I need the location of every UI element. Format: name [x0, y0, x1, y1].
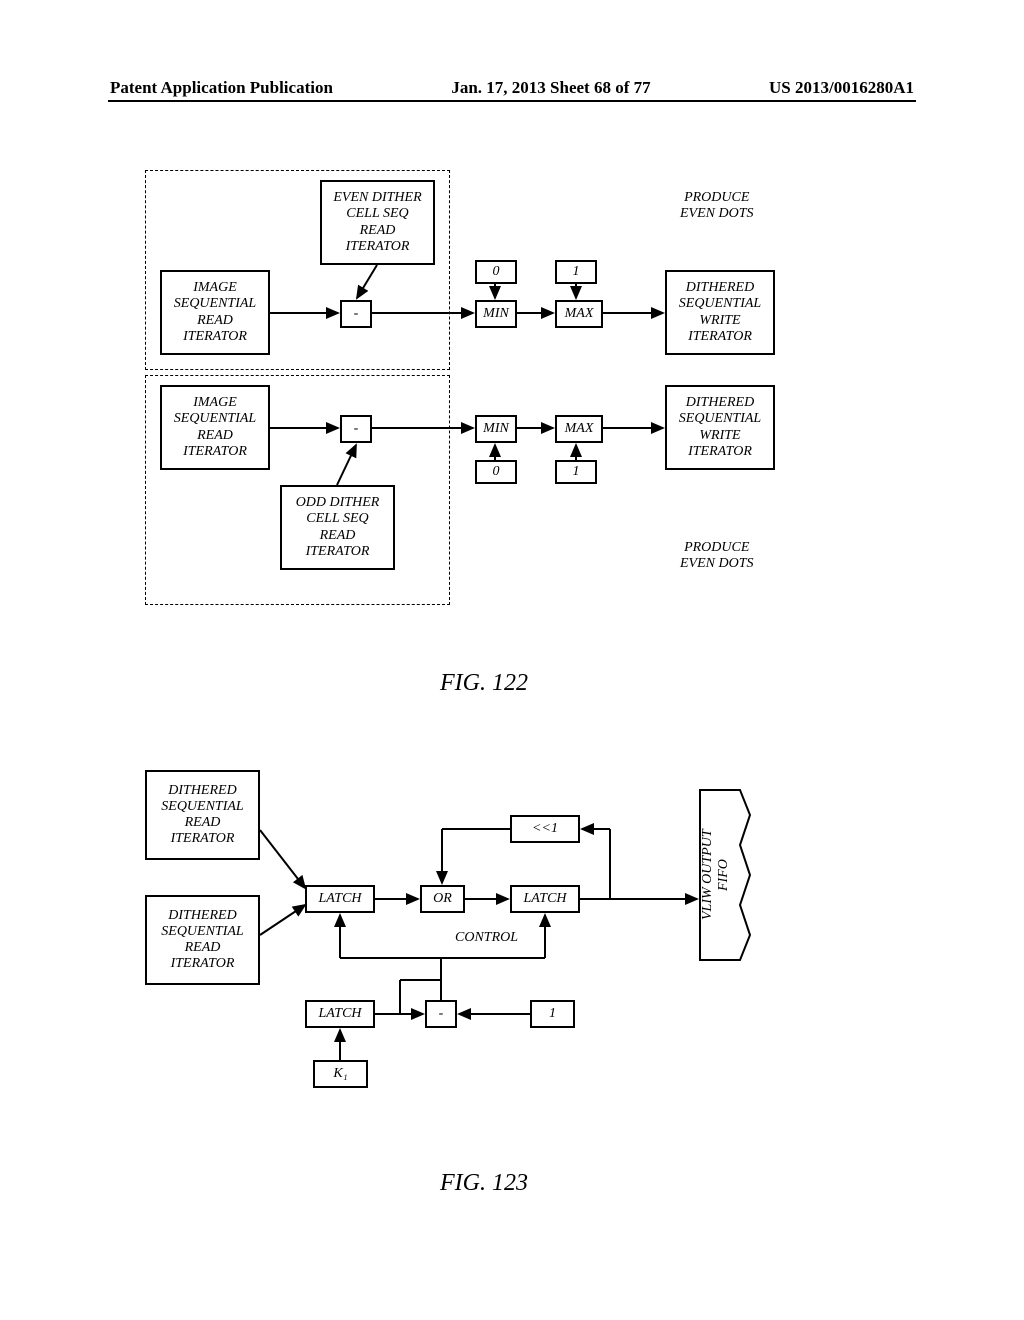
block-latch-3: LATCH — [305, 1000, 375, 1028]
block-min-top: MIN — [475, 300, 517, 328]
block-max-bot: MAX — [555, 415, 603, 443]
block-dithered-write-bot: DITHERED SEQUENTIAL WRITE ITERATOR — [665, 385, 775, 470]
page-header: Patent Application Publication Jan. 17, … — [0, 78, 1024, 98]
block-odd-dither: ODD DITHER CELL SEQ READ ITERATOR — [280, 485, 395, 570]
block-image-iter-bot: IMAGE SEQUENTIAL READ ITERATOR — [160, 385, 270, 470]
header-left: Patent Application Publication — [110, 78, 333, 98]
block-latch-2: LATCH — [510, 885, 580, 913]
block-k1: K₁ — [313, 1060, 368, 1088]
block-one-123: 1 — [530, 1000, 575, 1028]
block-dithered-read-2: DITHERED SEQUENTIAL READ ITERATOR — [145, 895, 260, 985]
header-rule — [108, 100, 916, 102]
block-max-top: MAX — [555, 300, 603, 328]
label-produce-even-bot: PRODUCE EVEN DOTS — [680, 540, 754, 572]
figure-122-caption: FIG. 122 — [440, 670, 528, 697]
label-control: CONTROL — [455, 930, 518, 946]
figure-123-caption: FIG. 123 — [440, 1170, 528, 1197]
header-right: US 2013/0016280A1 — [769, 78, 914, 98]
block-min-bot: MIN — [475, 415, 517, 443]
block-one-bot: 1 — [555, 460, 597, 484]
block-one-top: 1 — [555, 260, 597, 284]
label-fifo: VLIW OUTPUT FIFO — [700, 795, 720, 955]
block-zero-bot: 0 — [475, 460, 517, 484]
block-image-iter-top: IMAGE SEQUENTIAL READ ITERATOR — [160, 270, 270, 355]
header-mid: Jan. 17, 2013 Sheet 68 of 77 — [451, 78, 650, 98]
block-sub-bot: - — [340, 415, 372, 443]
block-sub-top: - — [340, 300, 372, 328]
block-sub-123: - — [425, 1000, 457, 1028]
block-latch-1: LATCH — [305, 885, 375, 913]
block-even-dither: EVEN DITHER CELL SEQ READ ITERATOR — [320, 180, 435, 265]
label-produce-even-top: PRODUCE EVEN DOTS — [680, 190, 754, 222]
block-shl: <<1 — [510, 815, 580, 843]
block-dithered-write-top: DITHERED SEQUENTIAL WRITE ITERATOR — [665, 270, 775, 355]
block-dithered-read-1: DITHERED SEQUENTIAL READ ITERATOR — [145, 770, 260, 860]
block-zero-top: 0 — [475, 260, 517, 284]
block-or: OR — [420, 885, 465, 913]
